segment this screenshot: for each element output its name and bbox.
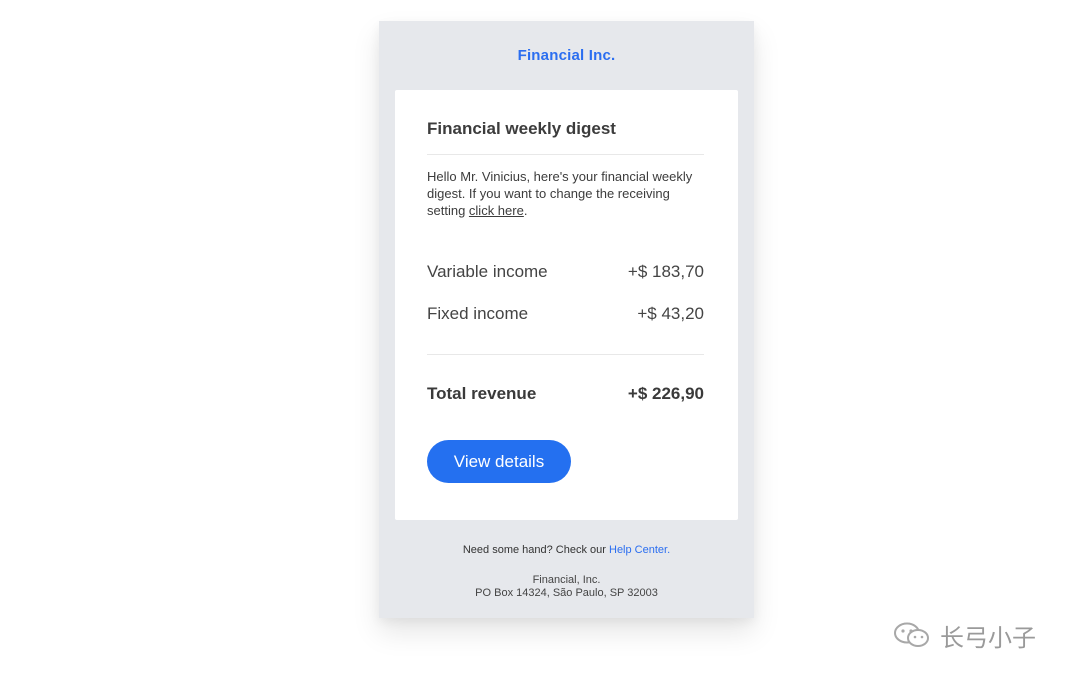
row-value: +$ 43,20	[637, 304, 704, 323]
title-divider	[427, 154, 704, 155]
row-label: Fixed income	[427, 304, 529, 323]
view-details-button[interactable]: View details	[427, 440, 571, 483]
row-label: Variable income	[427, 262, 548, 281]
footer-address: Financial, Inc. PO Box 14324, São Paulo,…	[379, 574, 754, 600]
help-center-link[interactable]: Help Center.	[609, 544, 670, 556]
greeting-suffix: .	[523, 203, 528, 218]
stage: Financial Inc. Financial weekly digest H…	[0, 0, 1080, 681]
postal-address: PO Box 14324, São Paulo, SP 32003	[475, 587, 658, 599]
row-value: +$ 183,70	[627, 262, 704, 281]
company-name: Financial, Inc.	[532, 574, 601, 586]
click-here-link[interactable]: click here	[469, 203, 524, 218]
greeting-text: Hello Mr. Vinicius, here's your financia…	[427, 168, 707, 219]
digest-card: Financial weekly digest Hello Mr. Vinici…	[395, 90, 738, 520]
total-value: +$ 226,90	[627, 384, 704, 403]
watermark-text: 长弓小子	[940, 624, 1036, 652]
help-text: Need some hand? Check our	[462, 544, 609, 556]
email-container: Financial Inc. Financial weekly digest H…	[379, 21, 754, 618]
wechat-icon	[894, 622, 929, 647]
card-title: Financial weekly digest	[427, 119, 616, 138]
total-label: Total revenue	[427, 384, 537, 403]
watermark: 长弓小子	[892, 618, 1036, 652]
greeting-body: Hello Mr. Vinicius, here's your financia…	[427, 169, 693, 218]
totals-divider	[427, 354, 704, 355]
brand-name[interactable]: Financial Inc.	[379, 47, 754, 64]
footer-help: Need some hand? Check our Help Center.	[379, 544, 754, 556]
